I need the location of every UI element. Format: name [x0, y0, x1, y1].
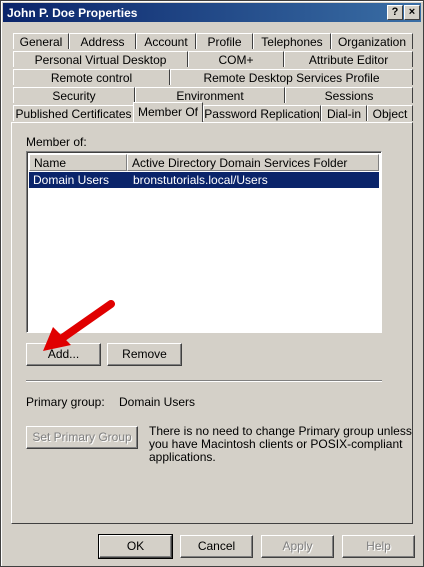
tab-security[interactable]: Security — [13, 87, 135, 103]
title-bar[interactable]: John P. Doe Properties ? × — [3, 3, 421, 22]
properties-window: John P. Doe Properties ? × General Addre… — [0, 0, 424, 567]
primary-group-value: Domain Users — [119, 395, 196, 409]
tab-sessions[interactable]: Sessions — [285, 87, 413, 103]
primary-group-label: Primary group: — [26, 395, 105, 409]
window-title: John P. Doe Properties — [7, 6, 138, 20]
tab-dial-in[interactable]: Dial-in — [321, 105, 367, 121]
table-row[interactable]: Domain Users bronstutorials.local/Users — [29, 172, 379, 188]
tab-published-certificates[interactable]: Published Certificates — [13, 105, 134, 121]
tab-general[interactable]: General — [13, 33, 69, 49]
tab-remote-control[interactable]: Remote control — [13, 69, 170, 85]
red-arrow-icon — [43, 300, 115, 351]
tab-com-plus[interactable]: COM+ — [188, 51, 284, 67]
tab-telephones[interactable]: Telephones — [253, 33, 331, 49]
tab-personal-virtual-desktop[interactable]: Personal Virtual Desktop — [13, 51, 188, 67]
primary-group-note-line2: you have Macintosh clients or POSIX-comp… — [149, 437, 403, 451]
cancel-button[interactable]: Cancel — [180, 535, 253, 558]
ok-button[interactable]: OK — [98, 534, 173, 559]
apply-button[interactable]: Apply — [261, 535, 334, 558]
separator — [26, 380, 382, 382]
set-primary-group-button[interactable]: Set Primary Group — [26, 426, 138, 449]
tab-account[interactable]: Account — [136, 33, 196, 49]
close-button[interactable]: × — [404, 5, 420, 20]
row-folder-cell: bronstutorials.local/Users — [133, 173, 268, 187]
tab-object[interactable]: Object — [367, 105, 413, 121]
tab-member-of[interactable]: Member Of — [133, 102, 203, 122]
remove-button[interactable]: Remove — [107, 343, 182, 366]
tab-rds-profile[interactable]: Remote Desktop Services Profile — [170, 69, 413, 85]
tab-profile[interactable]: Profile — [196, 33, 253, 49]
column-header-folder[interactable]: Active Directory Domain Services Folder — [127, 154, 379, 171]
help-title-button[interactable]: ? — [387, 5, 403, 20]
tab-address[interactable]: Address — [69, 33, 136, 49]
member-of-label: Member of: — [26, 135, 87, 149]
tab-environment[interactable]: Environment — [135, 87, 285, 103]
tab-attribute-editor[interactable]: Attribute Editor — [284, 51, 413, 67]
row-name-cell: Domain Users — [33, 173, 110, 187]
primary-group-note-line1: There is no need to change Primary group… — [149, 424, 412, 438]
primary-group-note-line3: applications. — [149, 450, 216, 464]
help-button[interactable]: Help — [342, 535, 415, 558]
column-header-name[interactable]: Name — [29, 154, 127, 171]
tab-password-replication[interactable]: Password Replication — [203, 105, 321, 121]
tab-organization[interactable]: Organization — [331, 33, 413, 49]
